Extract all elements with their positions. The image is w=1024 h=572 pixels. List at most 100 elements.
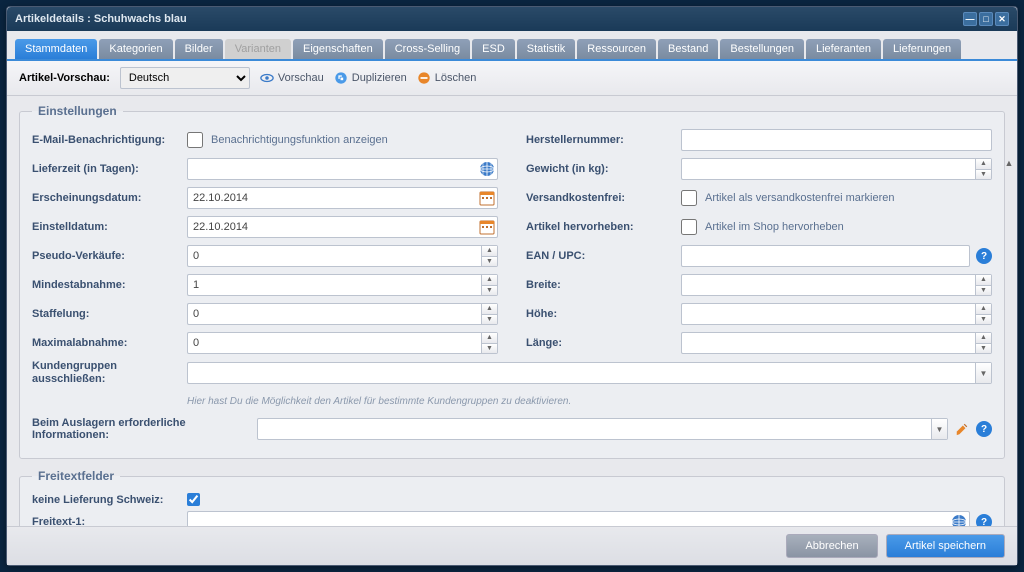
delivery-time-input[interactable]: [187, 158, 498, 180]
window-controls: — □ ✕: [963, 12, 1009, 26]
shipping-free-checkbox[interactable]: [681, 190, 697, 206]
height-label: Höhe:: [526, 308, 681, 320]
preview-button[interactable]: Vorschau: [260, 71, 324, 85]
dropdown-trigger[interactable]: ▼: [931, 419, 947, 439]
spinner-buttons[interactable]: ▲▼: [975, 275, 991, 295]
save-button[interactable]: Artikel speichern: [886, 534, 1005, 558]
settings-fieldset: Einstellungen E-Mail-Benachrichtigung: B…: [19, 104, 1005, 459]
calendar-icon[interactable]: [479, 190, 495, 206]
length-input[interactable]: [681, 332, 992, 354]
graduation-input[interactable]: [187, 303, 498, 325]
highlight-text: Artikel im Shop hervorheben: [705, 221, 844, 233]
help-icon[interactable]: ?: [976, 421, 992, 437]
language-select[interactable]: Deutsch: [120, 67, 250, 89]
preview-label: Artikel-Vorschau:: [19, 72, 110, 84]
email-notification-label: E-Mail-Benachrichtigung:: [32, 134, 187, 146]
spinner-buttons[interactable]: ▲▼: [481, 333, 497, 353]
min-purchase-input[interactable]: [187, 274, 498, 296]
release-date-label: Erscheinungsdatum:: [32, 192, 187, 204]
dropdown-trigger[interactable]: ▼: [975, 363, 991, 383]
window-title: Artikeldetails : Schuhwachs blau: [15, 13, 187, 25]
duplicate-icon: [334, 71, 348, 85]
tab-bestellungen[interactable]: Bestellungen: [720, 39, 804, 59]
delete-icon: [417, 71, 431, 85]
freetext-fieldset: Freitextfelder keine Lieferung Schweiz: …: [19, 469, 1005, 526]
customer-groups-label: Kundengruppen ausschließen:: [32, 360, 187, 386]
spinner-buttons[interactable]: ▲▼: [975, 304, 991, 324]
pseudo-sales-label: Pseudo-Verkäufe:: [32, 250, 187, 262]
required-info-label: Beim Auslagern erforderliche Information…: [32, 417, 257, 441]
tab-eigenschaften[interactable]: Eigenschaften: [293, 39, 383, 59]
no-delivery-label: keine Lieferung Schweiz:: [32, 494, 187, 506]
width-input[interactable]: [681, 274, 992, 296]
pseudo-sales-input[interactable]: [187, 245, 498, 267]
maximize-button[interactable]: □: [979, 12, 993, 26]
preview-toolbar: Artikel-Vorschau: Deutsch Vorschau Dupli…: [7, 61, 1017, 96]
max-purchase-label: Maximalabnahme:: [32, 337, 187, 349]
tab-statistik[interactable]: Statistik: [517, 39, 576, 59]
help-icon[interactable]: ?: [976, 248, 992, 264]
pencil-icon[interactable]: [954, 421, 970, 437]
email-notification-checkbox[interactable]: [187, 132, 203, 148]
tab-bilder[interactable]: Bilder: [175, 39, 223, 59]
content-area: ▲ Einstellungen E-Mail-Benachrichtigung:…: [7, 96, 1017, 526]
tab-esd[interactable]: ESD: [472, 39, 515, 59]
scroll-up-icon[interactable]: ▲: [1002, 158, 1016, 172]
footer-bar: Abbrechen Artikel speichern: [7, 526, 1017, 565]
tab-lieferungen[interactable]: Lieferungen: [883, 39, 961, 59]
length-label: Länge:: [526, 337, 681, 349]
tab-lieferanten[interactable]: Lieferanten: [806, 39, 881, 59]
shipping-free-text: Artikel als versandkostenfrei markieren: [705, 192, 895, 204]
tab-stammdaten[interactable]: Stammdaten: [15, 39, 97, 59]
highlight-checkbox[interactable]: [681, 219, 697, 235]
customer-groups-combo[interactable]: [187, 362, 992, 384]
tab-kategorien[interactable]: Kategorien: [99, 39, 172, 59]
tab-bestand[interactable]: Bestand: [658, 39, 718, 59]
ean-label: EAN / UPC:: [526, 250, 681, 262]
globe-icon[interactable]: [951, 514, 967, 526]
globe-icon[interactable]: [479, 161, 495, 177]
tab-ressourcen[interactable]: Ressourcen: [577, 39, 656, 59]
duplicate-button[interactable]: Duplizieren: [334, 71, 407, 85]
spinner-buttons[interactable]: ▲▼: [481, 275, 497, 295]
delivery-time-label: Lieferzeit (in Tagen):: [32, 163, 187, 175]
cancel-button[interactable]: Abbrechen: [786, 534, 877, 558]
create-date-label: Einstelldatum:: [32, 221, 187, 233]
article-details-window: Artikeldetails : Schuhwachs blau — □ ✕ S…: [6, 6, 1018, 566]
highlight-label: Artikel hervorheben:: [526, 221, 681, 233]
delete-button[interactable]: Löschen: [417, 71, 477, 85]
freetext1-input[interactable]: [187, 511, 970, 526]
weight-label: Gewicht (in kg):: [526, 163, 681, 175]
min-purchase-label: Mindestabnahme:: [32, 279, 187, 291]
tab-varianten: Varianten: [225, 39, 291, 59]
calendar-icon[interactable]: [479, 219, 495, 235]
spinner-buttons[interactable]: ▲▼: [481, 246, 497, 266]
freetext-legend: Freitextfelder: [32, 469, 120, 483]
graduation-label: Staffelung:: [32, 308, 187, 320]
eye-icon: [260, 71, 274, 85]
supplier-number-label: Herstellernummer:: [526, 134, 681, 146]
email-notification-text: Benachrichtigungsfunktion anzeigen: [211, 134, 388, 146]
spinner-buttons[interactable]: ▲▼: [975, 333, 991, 353]
width-label: Breite:: [526, 279, 681, 291]
ean-input[interactable]: [681, 245, 970, 267]
titlebar: Artikeldetails : Schuhwachs blau — □ ✕: [7, 7, 1017, 31]
weight-input[interactable]: [681, 158, 992, 180]
create-date-input[interactable]: [187, 216, 498, 238]
max-purchase-input[interactable]: [187, 332, 498, 354]
settings-legend: Einstellungen: [32, 104, 123, 118]
spinner-buttons[interactable]: ▲▼: [975, 159, 991, 179]
minimize-button[interactable]: —: [963, 12, 977, 26]
height-input[interactable]: [681, 303, 992, 325]
tab-crossselling[interactable]: Cross-Selling: [385, 39, 470, 59]
tab-strip: Stammdaten Kategorien Bilder Varianten E…: [7, 31, 1017, 61]
customer-groups-hint: Hier hast Du die Möglichkeit den Artikel…: [187, 396, 571, 407]
help-icon[interactable]: ?: [976, 514, 992, 526]
release-date-input[interactable]: [187, 187, 498, 209]
freetext1-label: Freitext-1:: [32, 516, 187, 526]
required-info-combo[interactable]: [257, 418, 948, 440]
spinner-buttons[interactable]: ▲▼: [481, 304, 497, 324]
supplier-number-input[interactable]: [681, 129, 992, 151]
no-delivery-checkbox[interactable]: [187, 493, 200, 506]
close-button[interactable]: ✕: [995, 12, 1009, 26]
